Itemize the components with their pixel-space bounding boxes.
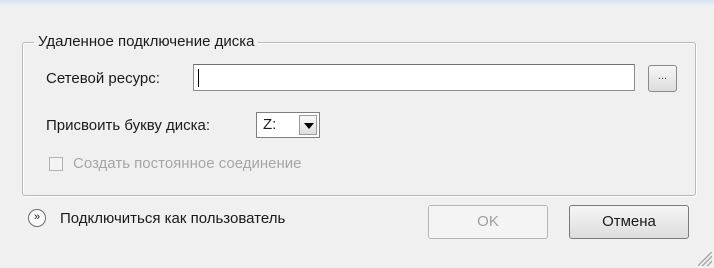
group-title: Удаленное подключение диска [34,33,259,50]
double-chevron-down-icon[interactable]: » [28,209,46,227]
ok-button[interactable]: OK [428,205,548,239]
drive-letter-select[interactable]: Z: [256,112,320,138]
connect-as-user-link[interactable]: Подключиться как пользователь [60,210,285,227]
cancel-button[interactable]: Отмена [569,205,689,239]
persistent-connection-checkbox[interactable] [49,157,63,171]
network-resource-input[interactable] [193,64,635,91]
persistent-connection-label: Создать постоянное соединение [73,155,302,172]
dropdown-arrow-icon[interactable] [299,115,317,135]
drive-letter-value: Z: [263,116,277,133]
window-top-strip [0,0,714,6]
resize-grip[interactable] [698,252,712,266]
drive-letter-label: Присвоить букву диска: [46,117,211,134]
text-caret [198,69,199,87]
browse-button[interactable]: ... [648,65,677,92]
network-resource-label: Сетевой ресурс: [46,70,160,87]
